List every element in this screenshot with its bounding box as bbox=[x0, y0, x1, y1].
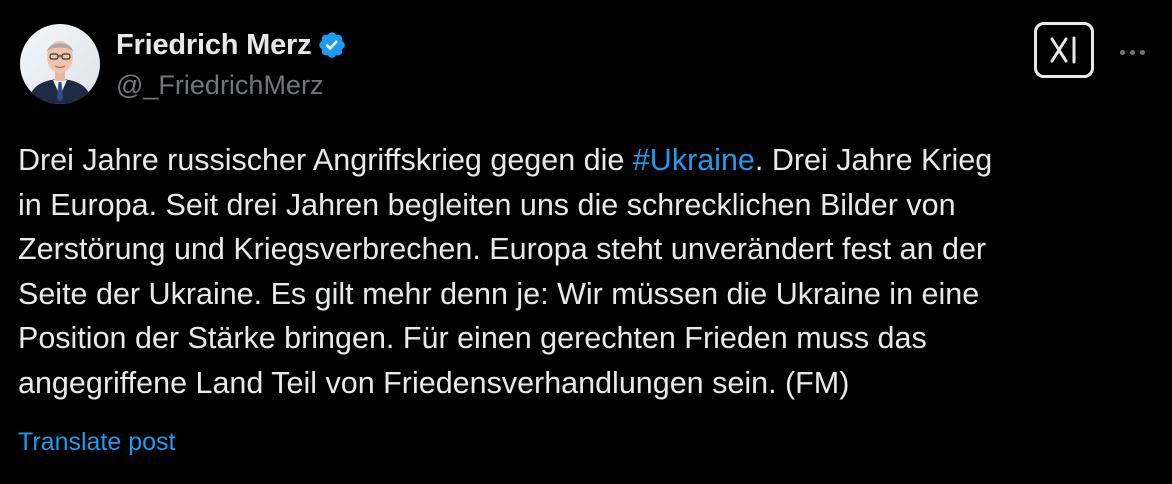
author-display-name[interactable]: Friedrich Merz bbox=[116, 29, 312, 62]
post-text: Drei Jahre russischer Angriffskrieg gege… bbox=[18, 138, 1148, 405]
post-text-line: angegriffene Land Teil von Friedensverha… bbox=[18, 365, 850, 400]
hashtag-link[interactable]: #Ukraine bbox=[633, 143, 755, 177]
tweet-card: Friedrich Merz @_FriedrichMerz Drei Jahr… bbox=[0, 0, 1172, 484]
post-text-line: in Europa. Seit drei Jahren begleiten un… bbox=[18, 187, 956, 222]
profile-photo-icon bbox=[20, 24, 100, 104]
post-text-line: Zerstörung und Kriegsverbrechen. Europa … bbox=[18, 232, 987, 266]
verified-badge-icon[interactable] bbox=[317, 30, 347, 60]
grok-button[interactable] bbox=[1034, 22, 1094, 78]
post-text-line: Seite der Ukraine. Es gilt mehr denn je:… bbox=[18, 276, 980, 311]
avatar[interactable] bbox=[20, 24, 100, 104]
translate-post-link[interactable]: Translate post bbox=[18, 428, 175, 457]
author-handle[interactable]: @_FriedrichMerz bbox=[116, 70, 323, 101]
post-text-line: Drei Jahre russischer Angriffskrieg gege… bbox=[18, 143, 993, 177]
grok-icon bbox=[1050, 36, 1076, 64]
author-name-row: Friedrich Merz bbox=[116, 28, 347, 62]
post-text-line: Position der Stärke bringen. Für einen g… bbox=[18, 321, 927, 355]
more-options-icon[interactable] bbox=[1112, 40, 1152, 64]
